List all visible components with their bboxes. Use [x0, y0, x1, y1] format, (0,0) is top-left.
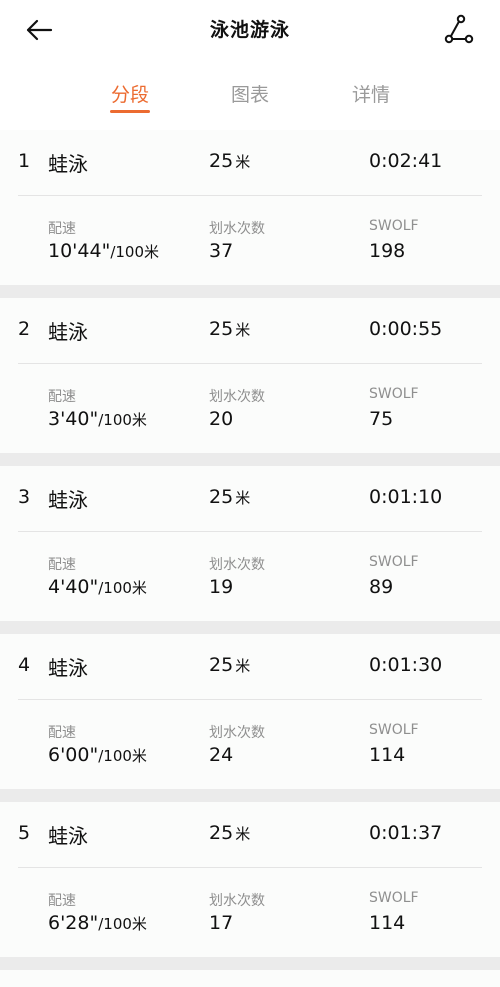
swolf-value: 114: [369, 744, 406, 766]
tab-bar: 分段 图表 详情: [0, 80, 500, 120]
lap-stroke: 蛙泳: [48, 320, 88, 344]
strokes-value: 20: [209, 408, 234, 430]
pace-label: 配速: [48, 725, 76, 741]
lap-distance: 25 米: [209, 150, 250, 172]
pace-value-number: 4'40": [48, 576, 99, 598]
strokes-label: 划水次数: [209, 725, 265, 741]
nav-bar: 泳池游泳: [0, 0, 500, 60]
lap-stroke: 蛙泳: [48, 488, 88, 512]
swolf-label: SWOLF: [369, 554, 419, 570]
lap-distance: 25 米: [209, 654, 250, 676]
strokes-value: 17: [209, 912, 234, 934]
lap-card-partial: [0, 970, 500, 987]
pace-unit: /100米: [98, 915, 147, 933]
lap-card[interactable]: 5 蛙泳 25 米 0:01:37 配速 划水次数 SWOLF 6'28"/100…: [0, 802, 500, 957]
pace-value: 6'00"/100米: [48, 744, 147, 766]
lap-index: 5: [18, 822, 31, 844]
pace-value-number: 6'00": [48, 744, 99, 766]
divider: [18, 699, 482, 700]
tab-details[interactable]: 详情: [331, 80, 411, 107]
divider: [18, 195, 482, 196]
lap-distance-value: 25: [209, 486, 234, 508]
lap-index: 2: [18, 318, 31, 340]
pace-value: 6'28"/100米: [48, 912, 147, 934]
distance-unit: 米: [235, 825, 251, 843]
lap-distance: 25 米: [209, 486, 250, 508]
swolf-label: SWOLF: [369, 386, 419, 402]
lap-time: 0:01:10: [369, 486, 443, 508]
lap-index: 1: [18, 150, 31, 172]
swolf-value: 75: [369, 408, 394, 430]
pace-value-number: 6'28": [48, 912, 99, 934]
swolf-value: 198: [369, 240, 406, 262]
swolf-label: SWOLF: [369, 218, 419, 234]
lap-stroke: 蛙泳: [48, 824, 88, 848]
lap-time: 0:02:41: [369, 150, 443, 172]
lap-distance-value: 25: [209, 150, 234, 172]
lap-card[interactable]: 4 蛙泳 25 米 0:01:30 配速 划水次数 SWOLF 6'00"/100…: [0, 634, 500, 789]
lap-time: 0:01:37: [369, 822, 443, 844]
lap-distance: 25 米: [209, 318, 250, 340]
pace-value: 4'40"/100米: [48, 576, 147, 598]
lap-index: 4: [18, 654, 31, 676]
tab-charts[interactable]: 图表: [210, 80, 290, 107]
lap-card[interactable]: 2 蛙泳 25 米 0:00:55 配速 划水次数 SWOLF 3'40"/100…: [0, 298, 500, 453]
pace-label: 配速: [48, 893, 76, 909]
strokes-label: 划水次数: [209, 893, 265, 909]
pace-unit: /100米: [110, 243, 160, 261]
strokes-value: 37: [209, 240, 234, 262]
lap-stroke: 蛙泳: [48, 656, 88, 680]
pace-unit: /100米: [98, 747, 147, 765]
distance-unit: 米: [235, 153, 251, 171]
pace-unit: /100米: [98, 411, 147, 429]
strokes-label: 划水次数: [209, 557, 265, 573]
lap-distance-value: 25: [209, 654, 234, 676]
lap-time: 0:00:55: [369, 318, 443, 340]
strokes-label: 划水次数: [209, 389, 265, 405]
distance-unit: 米: [235, 489, 251, 507]
route-icon: [444, 14, 474, 44]
lap-distance-value: 25: [209, 822, 234, 844]
route-button[interactable]: [442, 12, 476, 46]
lap-distance: 25 米: [209, 822, 250, 844]
lap-index: 3: [18, 486, 31, 508]
top-bar: 泳池游泳 分段 图表 详情: [0, 0, 500, 130]
lap-stroke: 蛙泳: [48, 152, 88, 176]
lap-card[interactable]: 1 蛙泳 25 米 0:02:41 配速 划水次数 SWOLF 10'44"/10…: [0, 130, 500, 285]
pace-value: 10'44"/100米: [48, 240, 159, 262]
pace-value-number: 3'40": [48, 408, 99, 430]
swolf-label: SWOLF: [369, 890, 419, 906]
page-title: 泳池游泳: [209, 19, 290, 41]
lap-distance-value: 25: [209, 318, 234, 340]
divider: [18, 531, 482, 532]
pace-label: 配速: [48, 557, 76, 573]
strokes-label: 划水次数: [209, 221, 265, 237]
distance-unit: 米: [235, 657, 251, 675]
pace-value-number: 10'44": [48, 240, 111, 262]
swolf-value: 89: [369, 576, 394, 598]
strokes-value: 24: [209, 744, 234, 766]
strokes-value: 19: [209, 576, 234, 598]
lap-card[interactable]: 3 蛙泳 25 米 0:01:10 配速 划水次数 SWOLF 4'40"/100…: [0, 466, 500, 621]
active-tab-indicator: [110, 110, 150, 113]
pace-label: 配速: [48, 221, 76, 237]
tab-segments[interactable]: 分段: [90, 80, 170, 107]
pace-value: 3'40"/100米: [48, 408, 147, 430]
divider: [18, 867, 482, 868]
distance-unit: 米: [235, 321, 251, 339]
divider: [18, 363, 482, 364]
lap-time: 0:01:30: [369, 654, 443, 676]
pace-label: 配速: [48, 389, 76, 405]
pace-unit: /100米: [98, 579, 147, 597]
swolf-label: SWOLF: [369, 722, 419, 738]
swolf-value: 114: [369, 912, 406, 934]
